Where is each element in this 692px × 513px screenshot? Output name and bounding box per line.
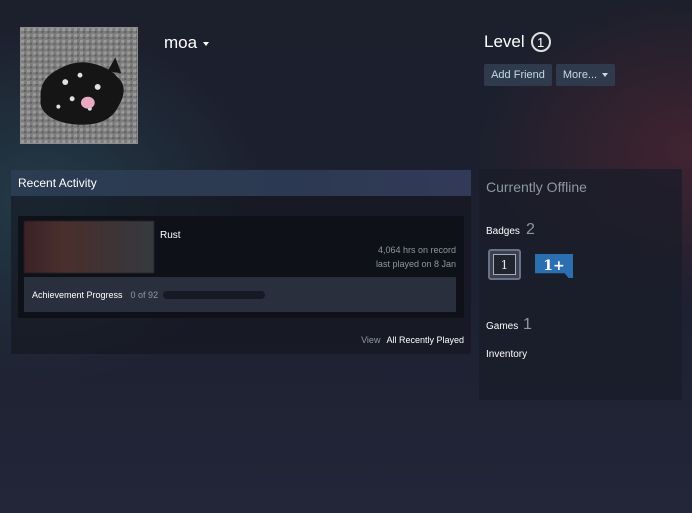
avatar-image — [21, 28, 137, 143]
badges-link[interactable]: Badges — [486, 226, 520, 237]
level-display: Level 1 — [484, 32, 551, 52]
level-label: Level — [484, 32, 525, 51]
profile-sidebar: Currently Offline Badges 2 1 1+ Games 1 … — [479, 169, 682, 400]
online-status: Currently Offline — [486, 179, 587, 195]
game-card: Rust 4,064 hrs on record last played on … — [18, 216, 464, 318]
persona-name-dropdown[interactable]: moa — [164, 33, 210, 53]
badge-level-text: 1 — [493, 254, 516, 275]
chevron-down-icon — [602, 73, 609, 77]
all-recently-played-link[interactable]: All Recently Played — [386, 335, 464, 345]
recent-activity-panel: Recent Activity Rust 4,064 hrs on record… — [11, 170, 471, 354]
level-badge[interactable]: 1 — [530, 32, 551, 52]
avatar[interactable] — [20, 27, 138, 144]
achievement-progress-track — [163, 290, 266, 299]
badges-count[interactable]: 2 — [526, 221, 535, 239]
game-last-played: last played on 8 Jan — [375, 259, 456, 269]
achievement-count: 0 of 92 — [130, 289, 159, 300]
more-button[interactable]: More... — [556, 64, 615, 86]
game-capsule-image[interactable] — [24, 221, 154, 273]
add-friend-button[interactable]: Add Friend — [484, 64, 552, 86]
add-friend-label: Add Friend — [491, 69, 545, 81]
games-link[interactable]: Games — [486, 321, 518, 332]
view-all-recently-played: View All Recently Played — [361, 335, 464, 345]
achievement-label: Achievement Progress — [32, 289, 123, 300]
recent-activity-header: Recent Activity — [11, 170, 471, 196]
view-label: View — [361, 335, 381, 345]
more-label: More... — [562, 69, 598, 81]
recent-activity-title: Recent Activity — [18, 176, 97, 190]
badge-icon[interactable]: 1 — [488, 249, 521, 280]
game-name-link[interactable]: Rust — [160, 230, 181, 241]
achievement-progress-bar[interactable]: Achievement Progress 0 of 92 — [24, 277, 456, 312]
years-of-service-badge-icon[interactable]: 1+ — [535, 254, 573, 278]
game-hours: 4,064 hrs on record — [377, 245, 456, 255]
games-count[interactable]: 1 — [523, 316, 532, 334]
inventory-link[interactable]: Inventory — [486, 349, 527, 360]
chevron-down-icon — [203, 41, 210, 46]
persona-name: moa — [164, 33, 198, 52]
